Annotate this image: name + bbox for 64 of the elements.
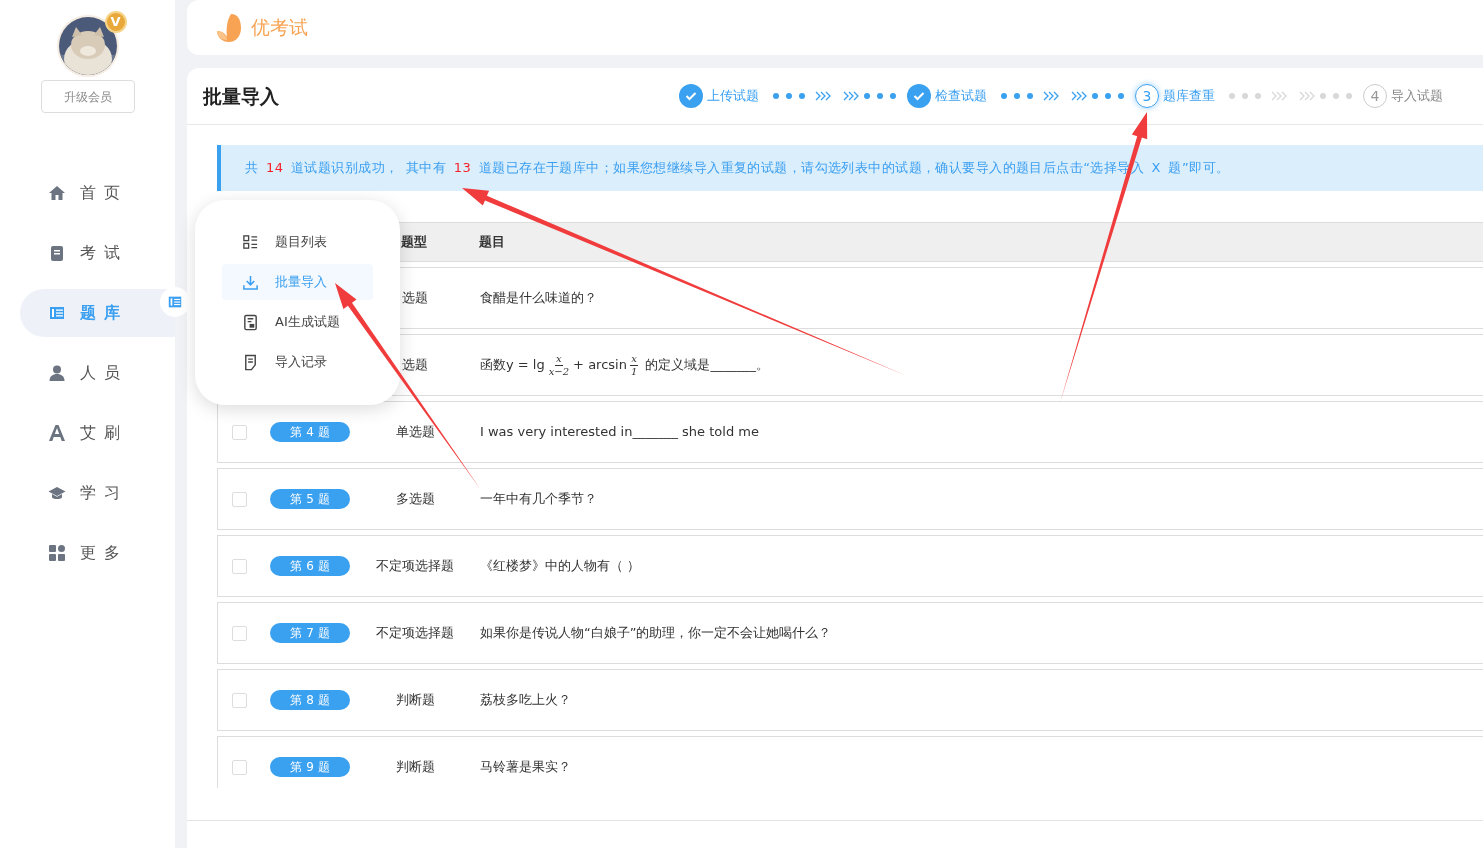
question-text: 食醋是什么味道的？ (480, 289, 597, 308)
question-text: 马铃薯是果实？ (480, 758, 571, 777)
menu-item[interactable]: 导入记录 (222, 344, 373, 380)
page-title: 批量导入 (203, 84, 279, 108)
column-header: 题目 (479, 233, 505, 252)
step-label: 检查试题 (935, 87, 987, 106)
step-label: 题库查重 (1163, 87, 1215, 106)
question-text: 一年中有几个季节？ (480, 490, 597, 509)
step-connector-icon (770, 90, 896, 102)
graduation-cap-icon (48, 484, 66, 502)
question-type: 选题 (402, 357, 428, 373)
note-icon (242, 353, 259, 371)
nav-item[interactable]: 更多 (20, 529, 175, 577)
checkbox[interactable] (231, 424, 247, 440)
check-icon (679, 84, 703, 108)
checkbox[interactable] (231, 759, 247, 775)
menu-item[interactable]: 题目列表 (222, 224, 373, 260)
question-type: 不定项选择题 (376, 558, 454, 574)
person-icon (48, 364, 66, 382)
nav-item[interactable]: 学习 (20, 469, 175, 517)
nav-item[interactable]: 人员 (20, 349, 175, 397)
checkbox[interactable] (231, 692, 247, 708)
question-number-tag: 第 4 题 (270, 422, 350, 442)
step-connector-icon (1226, 90, 1352, 102)
nav-item[interactable]: 首页 (20, 169, 175, 217)
document-icon (242, 313, 259, 331)
question-text: 荔枝多吃上火？ (480, 691, 571, 710)
checkbox[interactable] (231, 558, 247, 574)
question-number-tag: 第 5 题 (270, 489, 350, 509)
vip-badge: V (104, 11, 127, 33)
checkbox[interactable] (231, 491, 247, 507)
step-connector-icon (998, 90, 1124, 102)
letter-a-icon (48, 424, 66, 442)
nav-item[interactable]: 艾刷 (20, 409, 175, 457)
question-text: I was very interested in_______ she told me (480, 423, 759, 442)
download-icon (242, 273, 259, 291)
step-label: 上传试题 (707, 87, 759, 106)
list-icon (167, 294, 183, 310)
checkbox[interactable] (231, 625, 247, 641)
question-type: 不定项选择题 (376, 625, 454, 641)
question-number-tag: 第 8 题 (270, 690, 350, 710)
upgrade-button[interactable]: 升级会员 (40, 80, 135, 113)
question-text: 《红楼梦》中的人物有（ ） (480, 557, 641, 576)
grid-icon (48, 544, 66, 562)
question-number-tag: 第 9 题 (270, 757, 350, 777)
step-label: 导入试题 (1391, 87, 1443, 106)
logo-text: 优考试 (251, 15, 308, 41)
column-header: 题型 (401, 234, 427, 250)
menu-item[interactable]: AI生成试题 (222, 304, 373, 340)
list-icon (48, 304, 66, 322)
question-type: 单选题 (395, 424, 435, 440)
question-type: 选题 (402, 290, 428, 306)
question-type: 多选题 (395, 491, 435, 507)
question-number-tag: 第 7 题 (270, 623, 350, 643)
nav-item[interactable]: 考试 (20, 229, 175, 277)
question-text: 如果你是传说人物“白娘子”的助理，你一定不会让她喝什么？ (480, 624, 832, 643)
book-icon (48, 244, 66, 262)
question-number-tag: 第 6 题 (270, 556, 350, 576)
list-icon (242, 233, 259, 251)
question-type: 判断题 (395, 759, 435, 775)
question-type: 判断题 (395, 692, 435, 708)
home-icon (48, 184, 66, 202)
leaf-logo-icon (215, 11, 243, 44)
check-icon (907, 84, 931, 108)
